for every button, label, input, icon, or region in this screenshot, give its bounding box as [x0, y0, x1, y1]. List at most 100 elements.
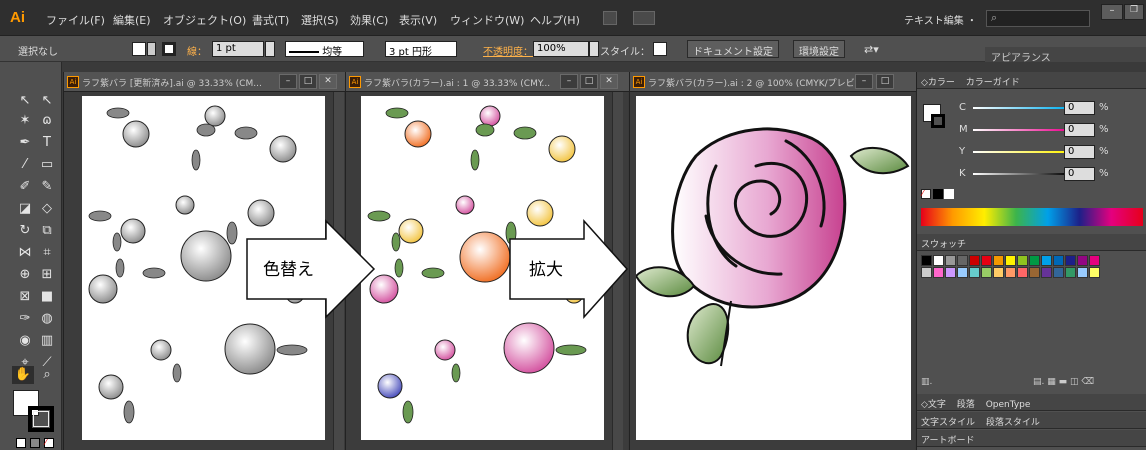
pen-tool-icon[interactable]: ✒: [14, 134, 36, 152]
swatch-chip[interactable]: [1017, 267, 1028, 278]
yellow-value[interactable]: 0: [1064, 145, 1095, 159]
scale-tool-icon[interactable]: ⧉: [36, 222, 58, 240]
doc2-minimize-button[interactable]: –: [560, 74, 578, 89]
menu-window[interactable]: ウィンドウ(W): [450, 12, 524, 28]
swatch-chip[interactable]: [1005, 267, 1016, 278]
menu-help[interactable]: ヘルプ(H): [530, 12, 580, 28]
swatch-chip[interactable]: [993, 267, 1004, 278]
opacity-input[interactable]: 100%: [533, 41, 589, 57]
stroke-weight-dropdown[interactable]: [265, 41, 275, 57]
mesh-tool-icon[interactable]: ⊠: [14, 288, 36, 306]
yellow-slider[interactable]: [973, 151, 1069, 153]
swatch-chip[interactable]: [981, 267, 992, 278]
zoom-tool-icon[interactable]: ⌕: [36, 366, 58, 384]
swatch-actions[interactable]: ▤. ▦ ▬ ◫ ⌫: [1033, 377, 1094, 387]
doc2-maximize-button[interactable]: □: [580, 74, 598, 89]
fill-swatch[interactable]: [132, 42, 146, 56]
doc2-close-button[interactable]: ✕: [600, 74, 618, 89]
swatch-chip[interactable]: [993, 255, 1004, 266]
tab-character-styles[interactable]: 文字スタイル: [921, 418, 975, 428]
swatch-chip[interactable]: [981, 255, 992, 266]
gradient-tool-icon[interactable]: ■: [36, 288, 58, 306]
none-mode-icon[interactable]: ⁄: [44, 438, 54, 448]
line-tool-icon[interactable]: ⁄: [14, 156, 36, 174]
stroke-swatch[interactable]: [162, 42, 176, 56]
menu-type[interactable]: 書式(T): [252, 12, 289, 28]
swatch-chip[interactable]: [1053, 255, 1064, 266]
variable-width-profile[interactable]: 均等: [285, 41, 364, 58]
document-setup-button[interactable]: ドキュメント設定: [687, 40, 779, 58]
swatch-chip[interactable]: [945, 255, 956, 266]
opacity-dropdown[interactable]: [589, 41, 599, 57]
stroke-label[interactable]: 線：: [187, 43, 207, 58]
menu-select[interactable]: 選択(S): [301, 12, 339, 28]
swatch-chip[interactable]: [1077, 255, 1088, 266]
isolate-icon[interactable]: ⇄▾: [864, 43, 879, 56]
swatch-chip[interactable]: [933, 255, 944, 266]
workspace-switcher[interactable]: テキスト編集 ・: [904, 12, 977, 27]
doc1-maximize-button[interactable]: □: [299, 74, 317, 89]
menu-file[interactable]: ファイル(F): [46, 12, 105, 28]
arrange-documents-icon[interactable]: [633, 11, 655, 25]
tab-character[interactable]: ◇文字: [921, 400, 946, 410]
tab-swatches[interactable]: スウォッチ: [921, 240, 966, 250]
doc1-minimize-button[interactable]: –: [279, 74, 297, 89]
swatch-chip[interactable]: [957, 267, 968, 278]
swatch-chip[interactable]: [945, 267, 956, 278]
swatch-library-icon[interactable]: ▥.: [921, 377, 932, 387]
swatch-chip[interactable]: [1041, 267, 1052, 278]
tab-paragraph[interactable]: 段落: [957, 400, 975, 410]
doc3-minimize-button[interactable]: –: [855, 74, 873, 89]
swatch-chip[interactable]: [1029, 255, 1040, 266]
white-color-chip[interactable]: [944, 189, 954, 199]
doc3-maximize-button[interactable]: □: [876, 74, 894, 89]
direct-selection-tool-icon[interactable]: ↖: [36, 92, 58, 110]
cyan-slider[interactable]: [973, 107, 1069, 109]
shape-builder-tool-icon[interactable]: ⊕: [14, 266, 36, 284]
lasso-tool-icon[interactable]: ɷ: [36, 112, 58, 130]
black-color-chip[interactable]: [933, 189, 943, 199]
blob-brush-tool-icon[interactable]: ◪: [14, 200, 36, 218]
magenta-value[interactable]: 0: [1064, 123, 1095, 137]
tab-opentype[interactable]: OpenType: [986, 400, 1031, 410]
perspective-grid-tool-icon[interactable]: ⊞: [36, 266, 58, 284]
swatch-chip[interactable]: [1029, 267, 1040, 278]
color-stroke-box[interactable]: [931, 114, 945, 128]
color-spectrum[interactable]: [921, 208, 1143, 226]
gradient-mode-icon[interactable]: [30, 438, 40, 448]
document-tab-3[interactable]: Ai ラフ紫バラ(カラー).ai : 2 @ 100% (CMYK/プレビュ..…: [630, 72, 916, 92]
swatch-chip[interactable]: [1089, 267, 1100, 278]
graphic-style-swatch[interactable]: [653, 42, 667, 56]
bridge-icon[interactable]: [603, 11, 617, 25]
color-mode-icon[interactable]: [16, 438, 26, 448]
tab-paragraph-styles[interactable]: 段落スタイル: [986, 418, 1040, 428]
swatch-chip[interactable]: [921, 267, 932, 278]
swatch-chip[interactable]: [921, 255, 932, 266]
appearance-tab[interactable]: アピアランス: [985, 47, 1146, 64]
tab-color[interactable]: ◇カラー: [921, 78, 955, 88]
rotate-tool-icon[interactable]: ↻: [14, 222, 36, 240]
swatch-chip[interactable]: [1005, 255, 1016, 266]
brush-definition[interactable]: 3 pt 円形: [385, 41, 457, 58]
hand-tool-icon[interactable]: ✋: [12, 366, 34, 384]
swatch-chip[interactable]: [957, 255, 968, 266]
eraser-tool-icon[interactable]: ◇: [36, 200, 58, 218]
swatch-chip[interactable]: [1041, 255, 1052, 266]
artboard-3[interactable]: [634, 96, 911, 440]
magic-wand-tool-icon[interactable]: ✶: [14, 112, 36, 130]
preferences-button[interactable]: 環境設定: [793, 40, 845, 58]
swatch-chip[interactable]: [969, 267, 980, 278]
swatch-chip[interactable]: [1065, 255, 1076, 266]
selection-tool-icon[interactable]: ↖: [14, 92, 36, 110]
tab-artboards[interactable]: アートボード: [921, 436, 974, 446]
column-graph-tool-icon[interactable]: ▥: [36, 332, 58, 350]
swatch-chip[interactable]: [1053, 267, 1064, 278]
menu-object[interactable]: オブジェクト(O): [163, 12, 246, 28]
menu-view[interactable]: 表示(V): [399, 12, 437, 28]
pencil-tool-icon[interactable]: ✎: [36, 178, 58, 196]
magenta-slider[interactable]: [973, 129, 1069, 131]
type-tool-icon[interactable]: T: [36, 134, 58, 152]
blend-tool-icon[interactable]: ◍: [36, 310, 58, 328]
cyan-value[interactable]: 0: [1064, 101, 1095, 115]
black-value[interactable]: 0: [1064, 167, 1095, 181]
